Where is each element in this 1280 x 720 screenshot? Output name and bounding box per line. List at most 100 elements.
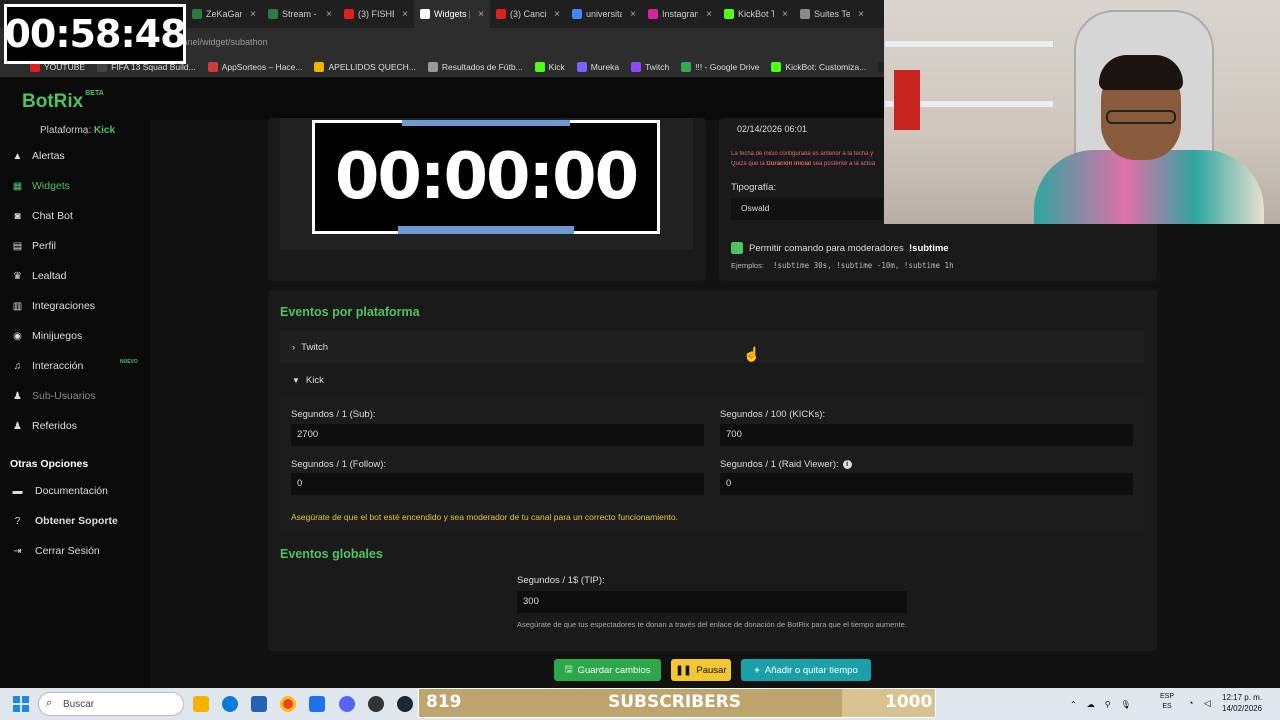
sidebar-item-lealtad[interactable]: ♛ Lealtad: [12, 270, 66, 282]
chevron-right-icon: ›: [292, 341, 296, 353]
system-tray: ⌃ ☁ ⚲ 🎙: [1070, 688, 1131, 720]
red-figure: [894, 70, 920, 130]
add-remove-time-button[interactable]: + Añadir o quitar tiempo: [741, 659, 871, 681]
chrome-icon[interactable]: [280, 696, 296, 712]
language-indicator[interactable]: ESP ES: [1160, 692, 1174, 712]
chevron-up-icon[interactable]: ⌃: [1070, 700, 1077, 709]
tab-close-icon[interactable]: ×: [250, 9, 256, 20]
browser-tab[interactable]: (3) FISHE ×: [338, 0, 414, 28]
browser-tab[interactable]: Stream - K ×: [262, 0, 338, 28]
browser-tab[interactable]: universitario ×: [566, 0, 642, 28]
wifi-icon[interactable]: ◔: [1188, 698, 1193, 708]
sidebar-item-label: Chat Bot: [32, 210, 73, 222]
accordion-twitch[interactable]: › Twitch: [280, 331, 1144, 363]
save-changes-button[interactable]: 🖫 Guardar cambios: [554, 659, 661, 681]
pause-button[interactable]: ❚❚ Pausar: [671, 659, 731, 681]
tab-close-icon[interactable]: ×: [858, 9, 864, 20]
browser-tab[interactable]: Instagram ×: [642, 0, 718, 28]
platform-value: Kick: [93, 125, 116, 136]
notepad-icon[interactable]: [309, 696, 325, 712]
hand-cursor-icon: ☝: [743, 346, 761, 362]
file-explorer-icon[interactable]: [193, 696, 209, 712]
bookmark-favicon-icon: [771, 61, 782, 72]
sidebar-item-interacci-n[interactable]: ♫ Interacción: [12, 360, 84, 372]
sidebar-item-perfil[interactable]: ▤ Perfil: [12, 240, 56, 252]
browser-tab[interactable]: Widgets | Th ×: [414, 0, 490, 28]
robot-icon: ◙: [14, 210, 21, 222]
tab-close-icon[interactable]: ×: [478, 9, 484, 20]
tab-label: Stream - K: [282, 9, 318, 19]
logo-text: BotRix: [22, 91, 84, 112]
platform-indicator: Plataforma: Kick: [40, 125, 115, 136]
mod-command-examples: Ejemplos: !subtime 30s, !subtime -10m, !…: [731, 261, 954, 270]
botrix-logo[interactable]: BotRix BETA: [22, 90, 104, 113]
edge-icon[interactable]: [222, 696, 238, 712]
bookmark-item[interactable]: Kick: [534, 61, 565, 72]
browser-tab[interactable]: Suites Temát ×: [794, 0, 870, 28]
browser-tab[interactable]: KickBot TTS ×: [718, 0, 794, 28]
sidebar-item-chat-bot[interactable]: ◙ Chat Bot: [12, 210, 73, 222]
windows-start-icon[interactable]: [12, 695, 30, 713]
tab-close-icon[interactable]: ×: [402, 9, 408, 20]
bookmark-item[interactable]: Twitch: [631, 61, 670, 72]
examples-label: Ejemplos:: [731, 261, 764, 270]
store-icon[interactable]: [251, 696, 267, 712]
volume-icon[interactable]: ◁: [1204, 698, 1211, 709]
start-date-input[interactable]: 02/14/2026 06:01: [731, 120, 883, 140]
date-warning-line1: La fecha de inicio configurada es anteri…: [731, 151, 874, 157]
browser-tab[interactable]: ZeKaGamer ×: [186, 0, 262, 28]
bookmark-label: Twitch: [645, 61, 670, 72]
sidebar-item-integraciones[interactable]: ▥ Integraciones: [12, 300, 95, 312]
bookmark-item[interactable]: APELLIDOS QUECH...: [314, 61, 416, 72]
bookmark-item[interactable]: Resultados de Fútb...: [427, 61, 523, 72]
sidebar-item-cerrar-sesi-n[interactable]: ⇥ Cerrar Sesión: [12, 545, 99, 557]
sidebar-item-obtener-soporte[interactable]: ? Obtener Soporte: [12, 515, 118, 527]
tab-close-icon[interactable]: ×: [706, 9, 712, 20]
tab-close-icon[interactable]: ×: [782, 9, 788, 20]
stream-overlay-timer: 00:58:48: [4, 4, 187, 64]
tab-close-icon[interactable]: ×: [326, 9, 332, 20]
follow-seconds-input[interactable]: 0: [291, 473, 704, 495]
network-icon[interactable]: ⚲: [1105, 700, 1111, 709]
bookmark-item[interactable]: KickBot: Customiza...: [771, 61, 866, 72]
tab-label: ZeKaGamer: [206, 9, 242, 19]
mic-icon[interactable]: 🎙: [1121, 700, 1131, 709]
obs-icon[interactable]: [368, 696, 384, 712]
sidebar-item-sub-usuarios[interactable]: ♟ Sub-Usuarios: [12, 390, 96, 402]
kicks-seconds-input[interactable]: 700: [720, 424, 1133, 446]
accordion-kick[interactable]: ▼ Kick: [280, 364, 1144, 396]
users-icon: ♟: [13, 390, 22, 402]
taskbar-clock[interactable]: 12:17 p. m. 14/02/2026: [1222, 692, 1262, 714]
bookmark-item[interactable]: !!! - Google Drive: [681, 61, 759, 72]
typography-select[interactable]: Oswald: [731, 198, 883, 220]
taskbar-search[interactable]: ⌕ Buscar: [38, 692, 184, 716]
onedrive-icon[interactable]: ☁: [1087, 700, 1095, 709]
sidebar-item-minijuegos[interactable]: ◉ Minijuegos: [12, 330, 82, 342]
info-icon[interactable]: i: [842, 460, 852, 469]
sub-seconds-input[interactable]: 2700: [291, 424, 704, 446]
bookmark-favicon-icon: [534, 61, 545, 72]
sidebar-item-alertas[interactable]: ▲ Alertas: [12, 150, 65, 162]
tab-favicon-icon: [496, 9, 506, 19]
gamepad-icon: ◉: [13, 330, 22, 342]
sidebar-item-documentaci-n[interactable]: ▬ Documentación: [12, 485, 108, 497]
bookmark-item[interactable]: Mureka: [576, 61, 619, 72]
kick-bot-note: Asegúrate de que el bot esté encendido y…: [291, 512, 679, 522]
discord-icon[interactable]: [339, 696, 355, 712]
tip-seconds-input[interactable]: 300: [517, 591, 907, 613]
kicks-seconds-label: Segundos / 100 (KICKs):: [720, 409, 826, 420]
tab-close-icon[interactable]: ×: [630, 9, 636, 20]
tab-close-icon[interactable]: ×: [554, 9, 560, 20]
date-warning-line2: Quizá que la Duración inicial sea poster…: [731, 161, 883, 167]
mod-command-checkbox[interactable]: [731, 242, 743, 254]
browser-tab[interactable]: (3) Cancion ×: [490, 0, 566, 28]
sidebar-item-widgets[interactable]: ▦ Widgets: [12, 180, 70, 192]
tab-label: Instagram: [662, 9, 699, 19]
bookmark-item[interactable]: AppSorteos – Hace...: [207, 61, 302, 72]
steam-icon[interactable]: [397, 696, 413, 712]
clock-date: 14/02/2026: [1222, 704, 1263, 713]
sidebar-item-referidos[interactable]: ♟ Referidos: [12, 420, 77, 432]
sidebar-item-label: Obtener Soporte: [35, 515, 118, 527]
accordion-twitch-label: Twitch: [301, 341, 329, 353]
raid-seconds-input[interactable]: 0: [720, 473, 1133, 495]
